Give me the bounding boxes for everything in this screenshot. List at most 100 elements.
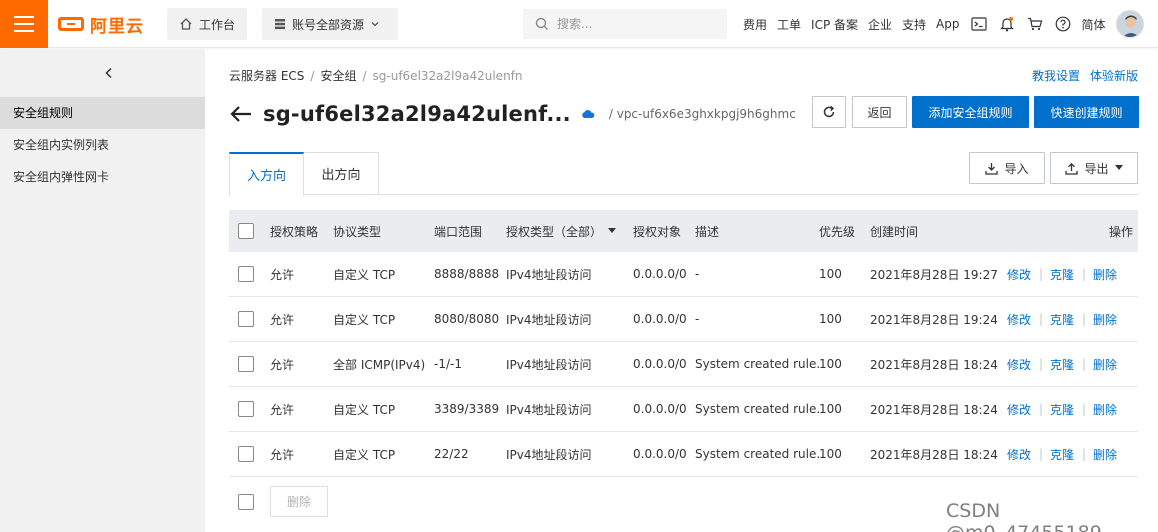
clone-link[interactable]: 克隆 (1050, 266, 1074, 283)
vpc-id[interactable]: / vpc-uf6x6e3ghxkpgj9h6ghmc (609, 107, 796, 121)
bell-icon[interactable] (998, 15, 1016, 33)
auth-type-filter[interactable]: 授权类型（全部） (506, 223, 617, 240)
cell-policy: 允许 (270, 312, 295, 327)
cell-policy: 允许 (270, 402, 295, 417)
cell-auth-object: 0.0.0.0/0 (633, 357, 687, 371)
cart-icon[interactable] (1026, 15, 1044, 33)
edit-link[interactable]: 修改 (1007, 311, 1031, 328)
link-tickets[interactable]: 工单 (777, 16, 801, 33)
sidebar-item-instances[interactable]: 安全组内实例列表 (0, 129, 205, 161)
cell-created: 2021年8月28日 18:24 (870, 402, 998, 417)
tab-outbound[interactable]: 出方向 (304, 152, 379, 195)
cell-auth-object: 0.0.0.0/0 (633, 402, 687, 416)
action-separator: | (1082, 267, 1087, 281)
import-button[interactable]: 导入 (969, 152, 1045, 184)
row-checkbox[interactable] (238, 356, 254, 372)
clone-link[interactable]: 克隆 (1050, 311, 1074, 328)
delete-link[interactable]: 删除 (1093, 311, 1117, 328)
cell-priority: 100 (819, 447, 842, 461)
tutorial-link[interactable]: 教我设置 (1032, 67, 1080, 84)
cloud-icon (581, 109, 595, 119)
refresh-icon (823, 105, 835, 118)
bulk-delete-button[interactable]: 删除 (270, 486, 328, 517)
row-checkbox[interactable] (238, 266, 254, 282)
sidebar-item-rules[interactable]: 安全组规则 (0, 97, 205, 129)
delete-link[interactable]: 删除 (1093, 446, 1117, 463)
add-rule-button[interactable]: 添加安全组规则 (912, 96, 1029, 128)
home-icon (180, 18, 192, 30)
link-support[interactable]: 支持 (902, 16, 926, 33)
import-label: 导入 (1004, 161, 1029, 176)
export-label: 导出 (1084, 161, 1109, 176)
link-icp[interactable]: ICP 备案 (811, 16, 858, 33)
clone-link[interactable]: 克隆 (1050, 401, 1074, 418)
download-icon (985, 162, 999, 175)
edit-link[interactable]: 修改 (1007, 446, 1031, 463)
help-links: 教我设置 体验新版 (1032, 67, 1138, 84)
cell-auth-object: 0.0.0.0/0 (633, 267, 687, 281)
breadcrumb-ecs[interactable]: 云服务器 ECS (229, 67, 304, 84)
bulk-select-checkbox[interactable] (238, 494, 254, 510)
breadcrumb-security-group[interactable]: 安全组 (320, 67, 356, 84)
delete-link[interactable]: 删除 (1093, 266, 1117, 283)
link-app[interactable]: App (936, 17, 959, 31)
cell-description: System created rule. (695, 402, 821, 416)
cell-protocol: 全部 ICMP(IPv4) (333, 357, 426, 372)
select-all-checkbox[interactable] (238, 223, 254, 239)
help-icon[interactable] (1054, 15, 1072, 33)
cell-policy: 允许 (270, 447, 295, 462)
cell-policy: 允许 (270, 357, 295, 372)
terminal-icon[interactable] (970, 15, 988, 33)
export-dropdown[interactable]: 导出 (1050, 152, 1138, 184)
table-row: 允许 自定义 TCP 8080/8080 IPv4地址段访问 0.0.0.0/0… (229, 297, 1138, 342)
cell-created: 2021年8月28日 18:24 (870, 357, 998, 372)
cell-priority: 100 (819, 402, 842, 416)
avatar[interactable] (1115, 10, 1144, 38)
workbench-label: 工作台 (199, 17, 236, 32)
back-arrow-icon[interactable] (229, 104, 253, 124)
link-enterprise[interactable]: 企业 (868, 16, 892, 33)
edit-link[interactable]: 修改 (1007, 266, 1031, 283)
table-header: 授权策略 协议类型 端口范围 授权类型（全部） 授权对象 描述 优先级 创建时间… (229, 210, 1138, 252)
cell-port: 22/22 (434, 447, 469, 461)
search-icon (535, 17, 548, 30)
menu-icon[interactable] (0, 0, 48, 48)
global-search[interactable] (523, 9, 727, 39)
edit-link[interactable]: 修改 (1007, 356, 1031, 373)
row-checkbox[interactable] (238, 446, 254, 462)
clone-link[interactable]: 克隆 (1050, 356, 1074, 373)
sidebar-item-enis[interactable]: 安全组内弹性网卡 (0, 161, 205, 193)
back-button[interactable]: 返回 (852, 96, 907, 128)
refresh-button[interactable] (812, 96, 846, 128)
sort-down-icon (608, 228, 617, 233)
cell-auth-type: IPv4地址段访问 (506, 447, 592, 462)
sidebar-collapse-button[interactable] (0, 49, 205, 97)
row-checkbox[interactable] (238, 401, 254, 417)
link-billing[interactable]: 费用 (743, 16, 767, 33)
language-switch[interactable]: 简体 (1082, 16, 1106, 33)
delete-link[interactable]: 删除 (1093, 356, 1117, 373)
resources-label: 账号全部资源 (292, 17, 365, 32)
row-checkbox[interactable] (238, 311, 254, 327)
cell-auth-type: IPv4地址段访问 (506, 357, 592, 372)
cell-priority: 100 (819, 312, 842, 326)
workbench-button[interactable]: 工作台 (167, 8, 248, 40)
action-separator: | (1039, 447, 1044, 461)
cell-description: System created rule. (695, 357, 821, 371)
header-auth-type: 授权类型（全部） (506, 224, 603, 239)
clone-link[interactable]: 克隆 (1050, 446, 1074, 463)
new-version-link[interactable]: 体验新版 (1090, 67, 1138, 84)
edit-link[interactable]: 修改 (1007, 401, 1031, 418)
resources-dropdown[interactable]: 账号全部资源 (262, 8, 398, 40)
delete-link[interactable]: 删除 (1093, 401, 1117, 418)
cell-priority: 100 (819, 357, 842, 371)
watermark: CSDN @m0_47455189 (946, 500, 1102, 532)
action-separator: | (1039, 267, 1044, 281)
search-input[interactable] (557, 17, 707, 31)
aliyun-logo[interactable]: 阿里云 (58, 13, 144, 37)
quick-create-button[interactable]: 快速创建规则 (1034, 96, 1139, 128)
tab-inbound[interactable]: 入方向 (229, 152, 304, 196)
cell-policy: 允许 (270, 267, 295, 282)
logo-text: 阿里云 (90, 16, 144, 37)
cell-port: 3389/3389 (434, 402, 500, 416)
